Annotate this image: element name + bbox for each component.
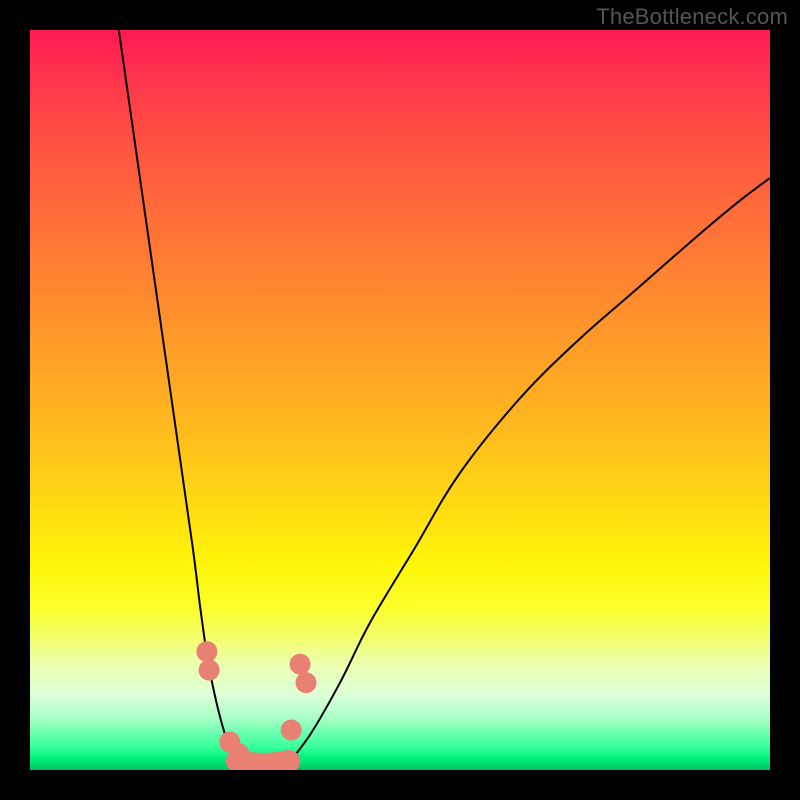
marker-left-upper-2 bbox=[199, 660, 220, 681]
curve-right bbox=[289, 178, 770, 763]
marker-left-lower-2 bbox=[228, 743, 249, 764]
curves-svg bbox=[30, 30, 770, 770]
curve-left bbox=[119, 30, 237, 763]
chart-frame: TheBottleneck.com bbox=[0, 0, 800, 800]
marker-right-upper-2 bbox=[296, 672, 317, 693]
watermark-text: TheBottleneck.com bbox=[596, 4, 788, 30]
plot-area bbox=[30, 30, 770, 770]
svg-layer bbox=[119, 30, 770, 764]
marker-right-upper-1 bbox=[290, 654, 311, 675]
marker-right-lower-1 bbox=[281, 720, 302, 741]
marker-left-upper-1 bbox=[196, 641, 217, 662]
